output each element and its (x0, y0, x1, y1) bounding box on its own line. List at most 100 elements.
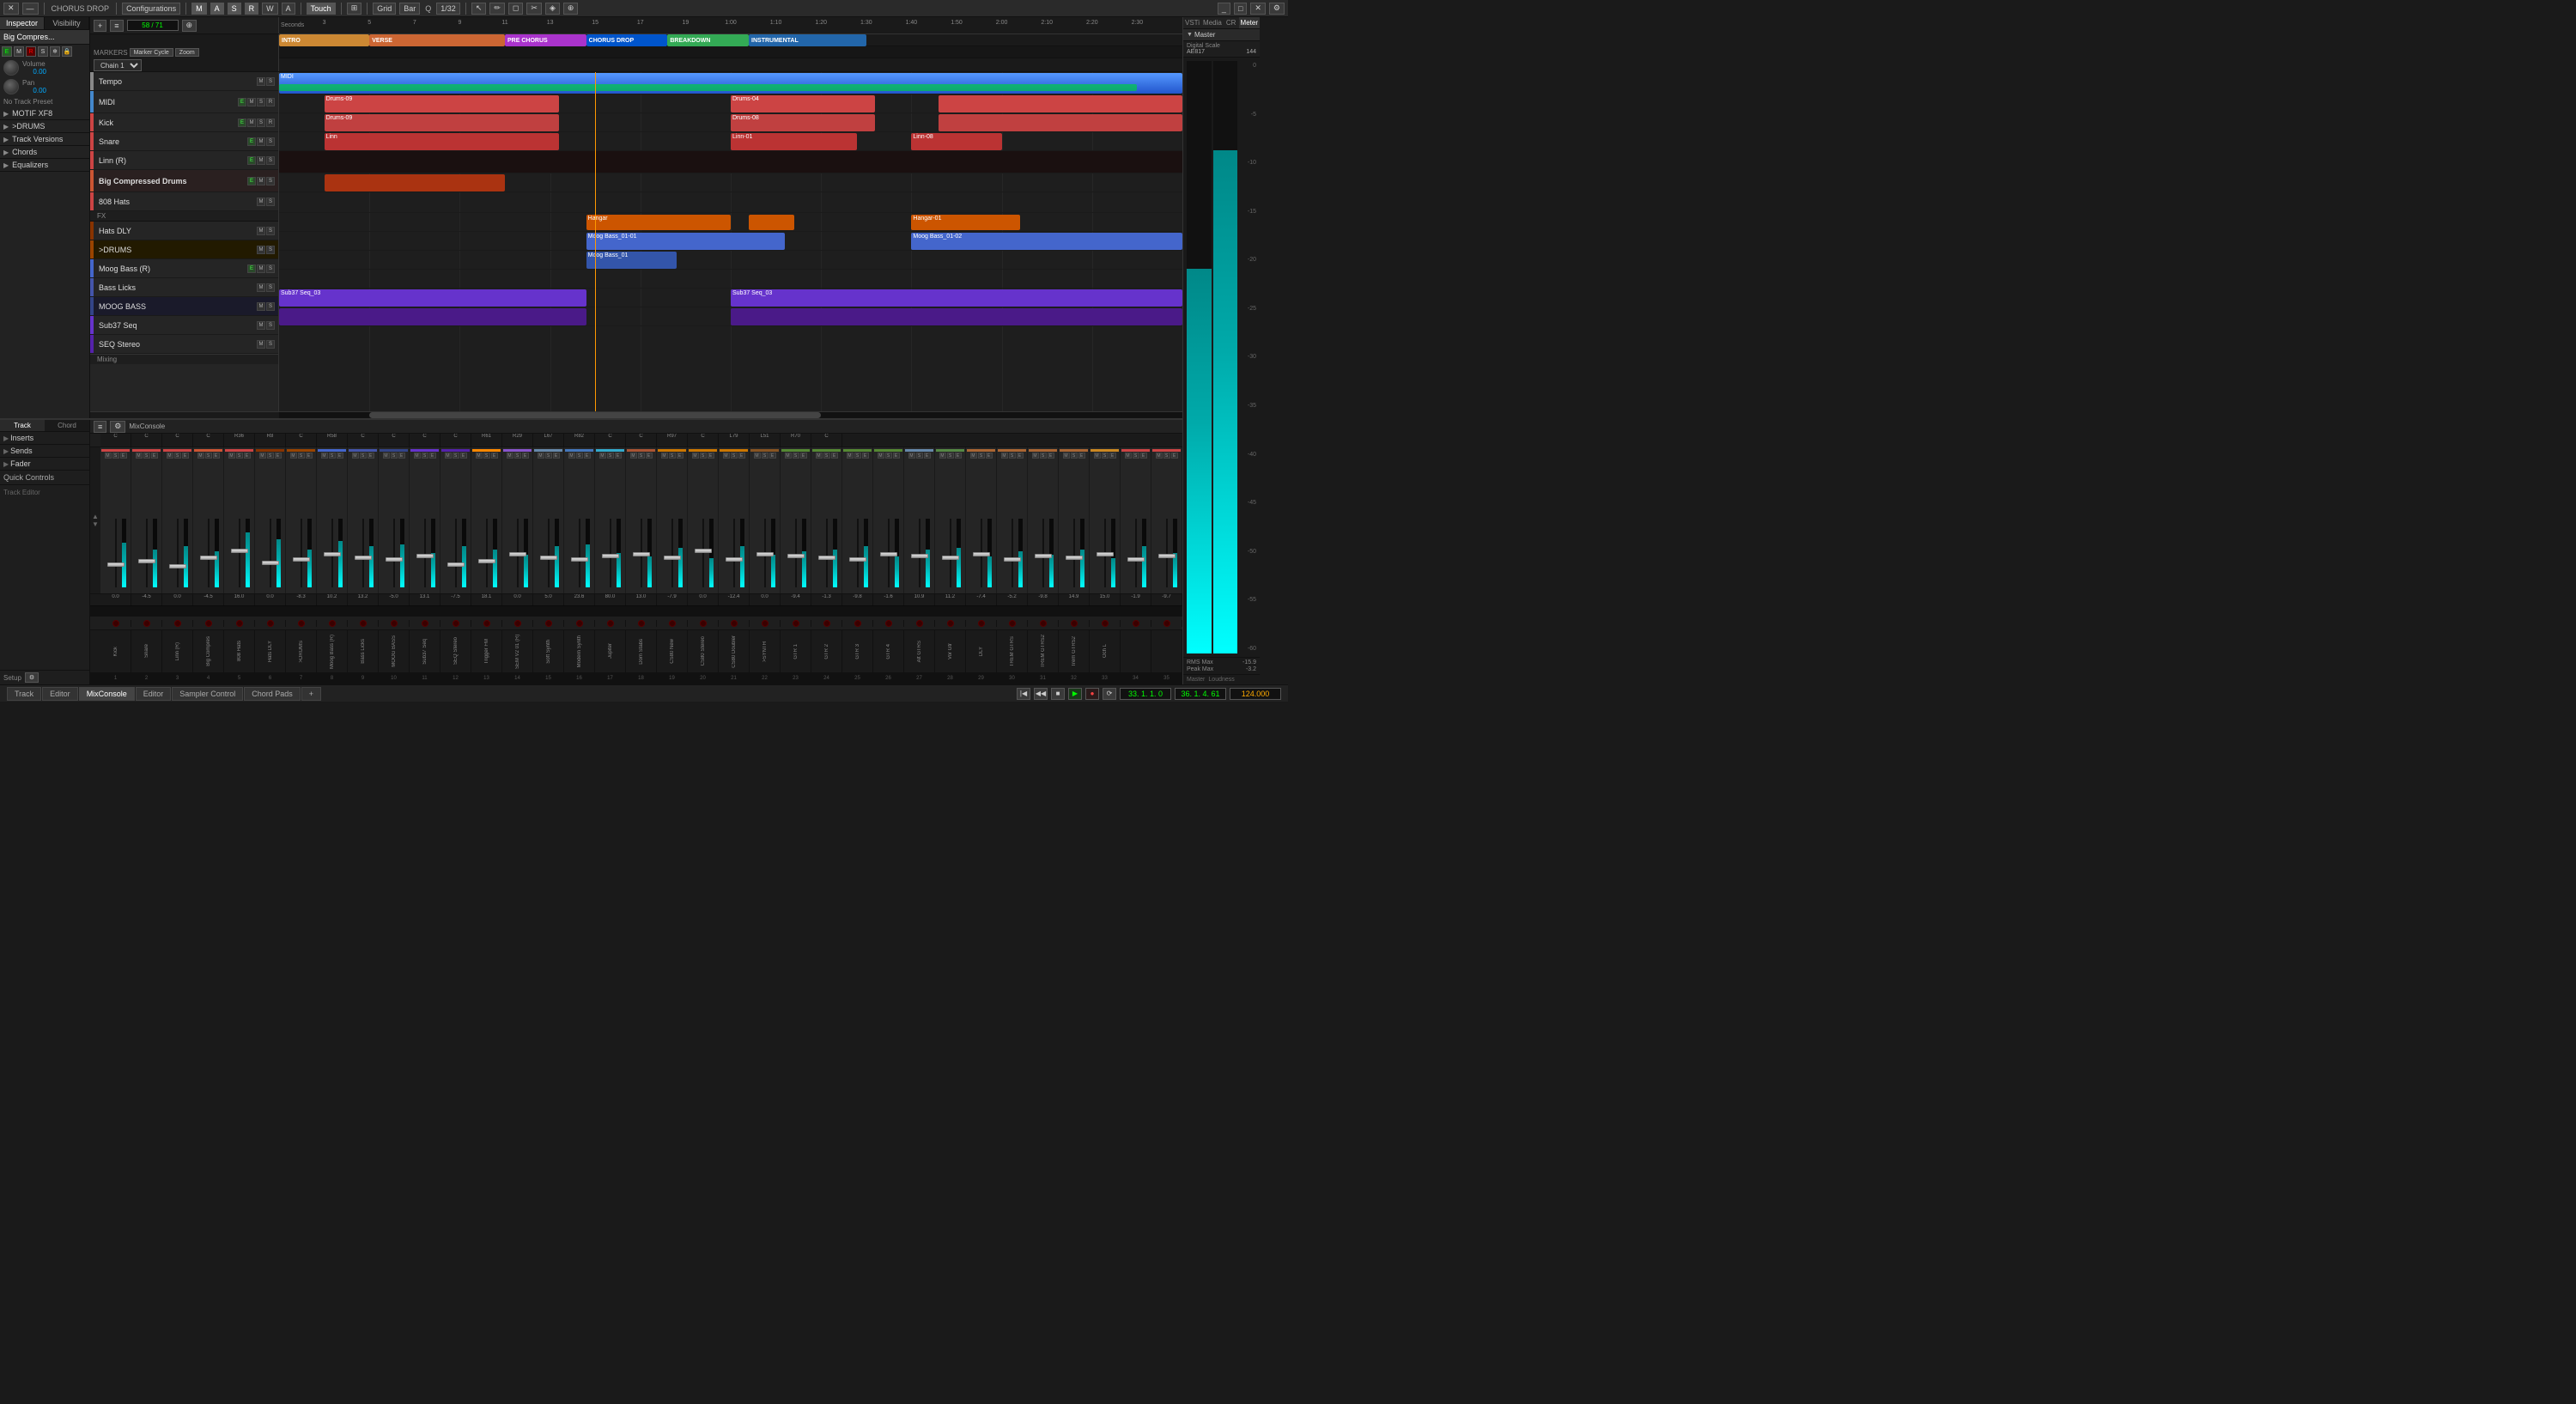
ch-btn-s-17[interactable]: S (607, 453, 614, 459)
clip-basslicks-01[interactable]: Moog Bass_01 (586, 252, 677, 269)
ch-rec-btn-33[interactable] (1102, 620, 1109, 627)
meter-tab-vsti[interactable]: VSTi (1183, 17, 1201, 28)
channel-strip-18[interactable]: MSE (626, 447, 657, 593)
track-s-bigcompressed[interactable]: S (266, 177, 275, 185)
ch-btn-m-3[interactable]: M (167, 453, 173, 459)
bt-tab-plus[interactable]: + (301, 687, 321, 701)
tab-inspector[interactable]: Inspector (0, 17, 45, 29)
ch-btn-e-1[interactable]: E (120, 453, 127, 459)
ch-btn-s-27[interactable]: S (916, 453, 923, 459)
track-e-midi[interactable]: E (238, 98, 246, 106)
track-m-midi[interactable]: M (247, 98, 256, 106)
channel-strip-20[interactable]: MSE (688, 447, 719, 593)
fader-knob-18[interactable] (633, 552, 650, 556)
mode-r[interactable]: R (245, 3, 259, 15)
bt-tab-chordpads[interactable]: Chord Pads (244, 687, 301, 701)
meter-tab-meter[interactable]: Meter (1239, 17, 1260, 28)
ch-btn-e-8[interactable]: E (337, 453, 343, 459)
ch-btn-e-22[interactable]: E (769, 453, 776, 459)
channel-strip-17[interactable]: MSE (595, 447, 626, 593)
channel-strip-10[interactable]: MSE (379, 447, 410, 593)
track-m-linn[interactable]: M (257, 156, 265, 165)
channel-strip-11[interactable]: MSE (410, 447, 440, 593)
ch-btn-e-26[interactable]: E (893, 453, 900, 459)
mode-m[interactable]: M (191, 3, 207, 15)
channel-strip-7[interactable]: MSE (286, 447, 317, 593)
channel-strip-32[interactable]: MSE (1059, 447, 1090, 593)
scrollbar-track[interactable] (279, 412, 1182, 418)
ch-rec-btn-6[interactable] (267, 620, 274, 627)
fader-knob-11[interactable] (416, 554, 434, 558)
fader-knob-9[interactable] (355, 556, 372, 560)
ch-btn-s-23[interactable]: S (793, 453, 799, 459)
ch-btn-e-18[interactable]: E (646, 453, 653, 459)
ch-rec-btn-34[interactable] (1133, 620, 1139, 627)
track-e-kick[interactable]: E (238, 119, 246, 127)
ch-btn-s-16[interactable]: S (576, 453, 583, 459)
ch-btn-s-33[interactable]: S (1102, 453, 1109, 459)
channel-strip-5[interactable]: MSE (224, 447, 255, 593)
fader-knob-27[interactable] (911, 554, 928, 558)
tab-visibility[interactable]: Visibility (45, 17, 89, 29)
track-s-basslicks[interactable]: S (266, 283, 275, 292)
track-m-basslicks[interactable]: M (257, 283, 265, 292)
ch-btn-m-24[interactable]: M (816, 453, 823, 459)
track-s-linn[interactable]: S (266, 156, 275, 165)
ch-btn-s-5[interactable]: S (236, 453, 243, 459)
ch-btn-m-33[interactable]: M (1094, 453, 1101, 459)
track-freeze-btn[interactable]: ❄ (50, 46, 60, 57)
fader-knob-10[interactable] (386, 557, 403, 562)
track-s-sub37seq[interactable]: S (266, 321, 275, 330)
clips-area[interactable]: MIDI Drums-09 Drums-04 Drums-09 Dr (279, 72, 1182, 411)
fader-knob-13[interactable] (478, 559, 495, 563)
ch-btn-m-8[interactable]: M (321, 453, 328, 459)
track-m-moogbassgroup[interactable]: M (257, 302, 265, 311)
fader-knob-15[interactable] (540, 556, 557, 560)
ch-btn-m-1[interactable]: M (105, 453, 112, 459)
ch-btn-s-34[interactable]: S (1133, 453, 1139, 459)
ch-btn-s-26[interactable]: S (885, 453, 892, 459)
bt-tab-track[interactable]: Track (7, 687, 41, 701)
add-track-btn[interactable]: + (94, 20, 106, 32)
channel-strip-35[interactable]: MSE (1151, 447, 1182, 593)
ch-btn-m-34[interactable]: M (1125, 453, 1132, 459)
fader-knob-2[interactable] (138, 559, 155, 563)
fader-knob-20[interactable] (695, 549, 712, 553)
ch-btn-s-29[interactable]: S (978, 453, 985, 459)
ch-btn-s-18[interactable]: S (638, 453, 645, 459)
ch-btn-m-2[interactable]: M (136, 453, 143, 459)
marker-cycle-btn[interactable]: Marker Cycle (130, 48, 173, 57)
track-s-seqstereo[interactable]: S (266, 340, 275, 349)
ch-btn-e-11[interactable]: E (429, 453, 436, 459)
ch-rec-btn-2[interactable] (143, 620, 150, 627)
ch-rec-btn-11[interactable] (422, 620, 428, 627)
fader-knob-14[interactable] (509, 552, 526, 556)
track-m-hatsdly[interactable]: M (257, 227, 265, 235)
track-e-linn[interactable]: E (247, 156, 256, 165)
marker-zoom-btn[interactable]: Zoom (175, 48, 199, 57)
fader-knob-29[interactable] (973, 552, 990, 556)
track-moogbass[interactable]: Moog Bass (R) E M S (90, 259, 278, 278)
bar-dropdown[interactable]: Bar (399, 3, 420, 15)
section-chorus-drop[interactable]: CHORUS DROP (586, 34, 668, 46)
ch-btn-e-20[interactable]: E (708, 453, 714, 459)
ch-rec-btn-10[interactable] (391, 620, 398, 627)
ch-btn-m-10[interactable]: M (383, 453, 390, 459)
ch-btn-s-31[interactable]: S (1040, 453, 1047, 459)
clip-hangar-1[interactable]: Hangar (586, 215, 731, 230)
ll-sends[interactable]: ▶ Sends (0, 445, 89, 458)
insp-section-motif[interactable]: ▶ MOTIF XF8 (0, 107, 89, 120)
ch-btn-m-20[interactable]: M (692, 453, 699, 459)
section-intro[interactable]: INTRO (279, 34, 369, 46)
track-e-moogbass[interactable]: E (247, 264, 256, 273)
ch-rec-btn-19[interactable] (669, 620, 676, 627)
track-r-midi[interactable]: R (266, 98, 275, 106)
fader-knob-3[interactable] (169, 564, 186, 568)
fader-knob-31[interactable] (1035, 554, 1052, 558)
track-m-seqstereo[interactable]: M (257, 340, 265, 349)
channel-strip-12[interactable]: MSE (440, 447, 471, 593)
ch-btn-m-12[interactable]: M (445, 453, 452, 459)
arrangement-ruler[interactable]: Seconds 3 5 7 9 11 13 15 17 19 1:00 1:10 (279, 17, 1182, 34)
fader-knob-7[interactable] (293, 557, 310, 562)
track-snare[interactable]: Snare E M S (90, 132, 278, 151)
